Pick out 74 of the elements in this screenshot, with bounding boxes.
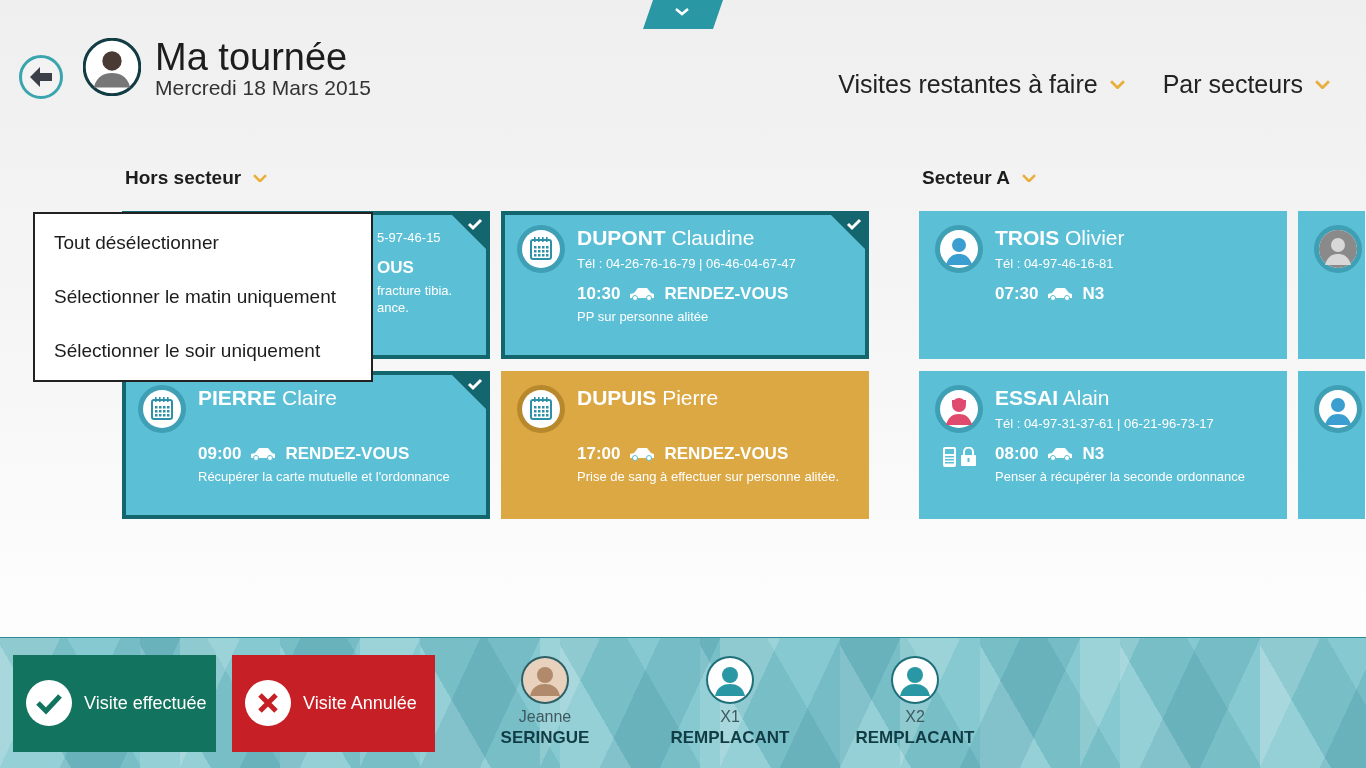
- chevron-down-icon: [1315, 80, 1330, 89]
- staff-last-name: REMPLACANT: [670, 727, 790, 749]
- filter-dropdown[interactable]: Par secteurs: [1162, 70, 1330, 99]
- car-icon: [628, 287, 657, 301]
- chevron-down-icon: [253, 173, 268, 183]
- visit-type: N3: [1082, 444, 1105, 464]
- visit-note: Prise de sang à effectuer sur personne alitée.: [577, 468, 840, 485]
- visit-time: 08:00: [995, 444, 1039, 464]
- patient-name: DUPONT Claudine: [577, 225, 756, 251]
- phone-numbers: Tél : 04-97-31-37-61 | 06-21-96-73-17: [995, 415, 1215, 433]
- section-dropdown[interactable]: Secteur A: [919, 163, 1365, 193]
- menu-item[interactable]: Sélectionner le matin uniquement: [35, 270, 371, 324]
- phone-numbers: Tél : 04-97-46-16-81: [995, 255, 1115, 273]
- user-icon: [935, 225, 983, 273]
- visit-time: 09:00: [198, 444, 242, 464]
- check-icon: [831, 215, 865, 249]
- check-icon: [452, 375, 486, 409]
- visit-type: RENDEZ-VOUS: [664, 284, 789, 304]
- chevron-down-icon: [1022, 173, 1036, 183]
- date-label: Mercredi 18 Mars 2015: [155, 76, 371, 100]
- visit-type: N3: [1082, 284, 1105, 304]
- visit-done-button[interactable]: Visite effectuée: [13, 654, 216, 752]
- staff-last-name: SERINGUE: [500, 727, 590, 749]
- visit-note: Récupérer la carte mutuelle et l'ordonnance: [198, 468, 450, 485]
- visit-card[interactable]: [1298, 211, 1365, 359]
- avatar: [706, 656, 754, 704]
- back-button[interactable]: [19, 55, 63, 99]
- section-dropdown[interactable]: Hors secteur: [122, 163, 869, 193]
- visit-card[interactable]: [1298, 371, 1365, 519]
- car-icon: [1046, 447, 1075, 461]
- check-icon: [452, 215, 486, 249]
- staff-first-name: Jeanne: [518, 708, 572, 726]
- visit-type: RENDEZ-VOUS: [285, 444, 410, 464]
- car-icon: [628, 447, 657, 461]
- filter-dropdown[interactable]: Visites restantes à faire: [838, 70, 1125, 99]
- patient-name: ESSAI Alain: [995, 385, 1111, 411]
- calendar-icon: [517, 385, 565, 433]
- staff-first-name: X1: [720, 708, 740, 726]
- calendar-icon: [517, 225, 565, 273]
- visit-note: PP sur personne alitée: [577, 308, 710, 325]
- visit-cancel-button[interactable]: Visite Annulée: [232, 654, 435, 752]
- visit-note: ance.: [377, 299, 410, 316]
- staff-last-name: REMPLACANT: [855, 727, 975, 749]
- chevron-down-button[interactable]: [643, 0, 723, 29]
- car-icon: [249, 447, 278, 461]
- visit-time: 17:00: [577, 444, 621, 464]
- avatar: [1314, 225, 1362, 273]
- visit-time: 10:30: [577, 284, 621, 304]
- visit-note: fracture tibia.: [377, 282, 453, 299]
- visit-time: 07:30: [995, 284, 1039, 304]
- avatar: [521, 656, 569, 704]
- visit-type: OUS: [377, 258, 414, 278]
- patient-name: TROIS Olivier: [995, 225, 1125, 251]
- staff-first-name: X2: [905, 708, 925, 726]
- calendar-icon: [138, 385, 186, 433]
- user-icon: [1314, 385, 1362, 433]
- avatar: [891, 656, 939, 704]
- chevron-down-icon: [1109, 80, 1125, 89]
- lock-icon: [960, 447, 976, 466]
- car-icon: [1046, 287, 1075, 301]
- user-icon: [935, 385, 983, 433]
- mobile-phone-icon: [942, 447, 956, 467]
- avatar: [83, 38, 141, 96]
- visit-note: Penser à récupérer la seconde ordonnance: [995, 468, 1246, 485]
- close-icon: [245, 680, 291, 726]
- visit-type: RENDEZ-VOUS: [664, 444, 789, 464]
- check-icon: [26, 680, 72, 726]
- arrow-left-icon: [30, 67, 52, 87]
- patient-name: DUPUIS Pierre: [577, 385, 720, 411]
- phone-numbers: 5-97-46-15: [377, 229, 442, 247]
- patient-name: PIERRE Claire: [198, 385, 338, 411]
- menu-item[interactable]: Tout désélectionner: [35, 216, 371, 270]
- phone-numbers: Tél : 04-26-76-16-79 | 06-46-04-67-47: [577, 255, 796, 273]
- page-title: Ma tournée: [155, 38, 349, 76]
